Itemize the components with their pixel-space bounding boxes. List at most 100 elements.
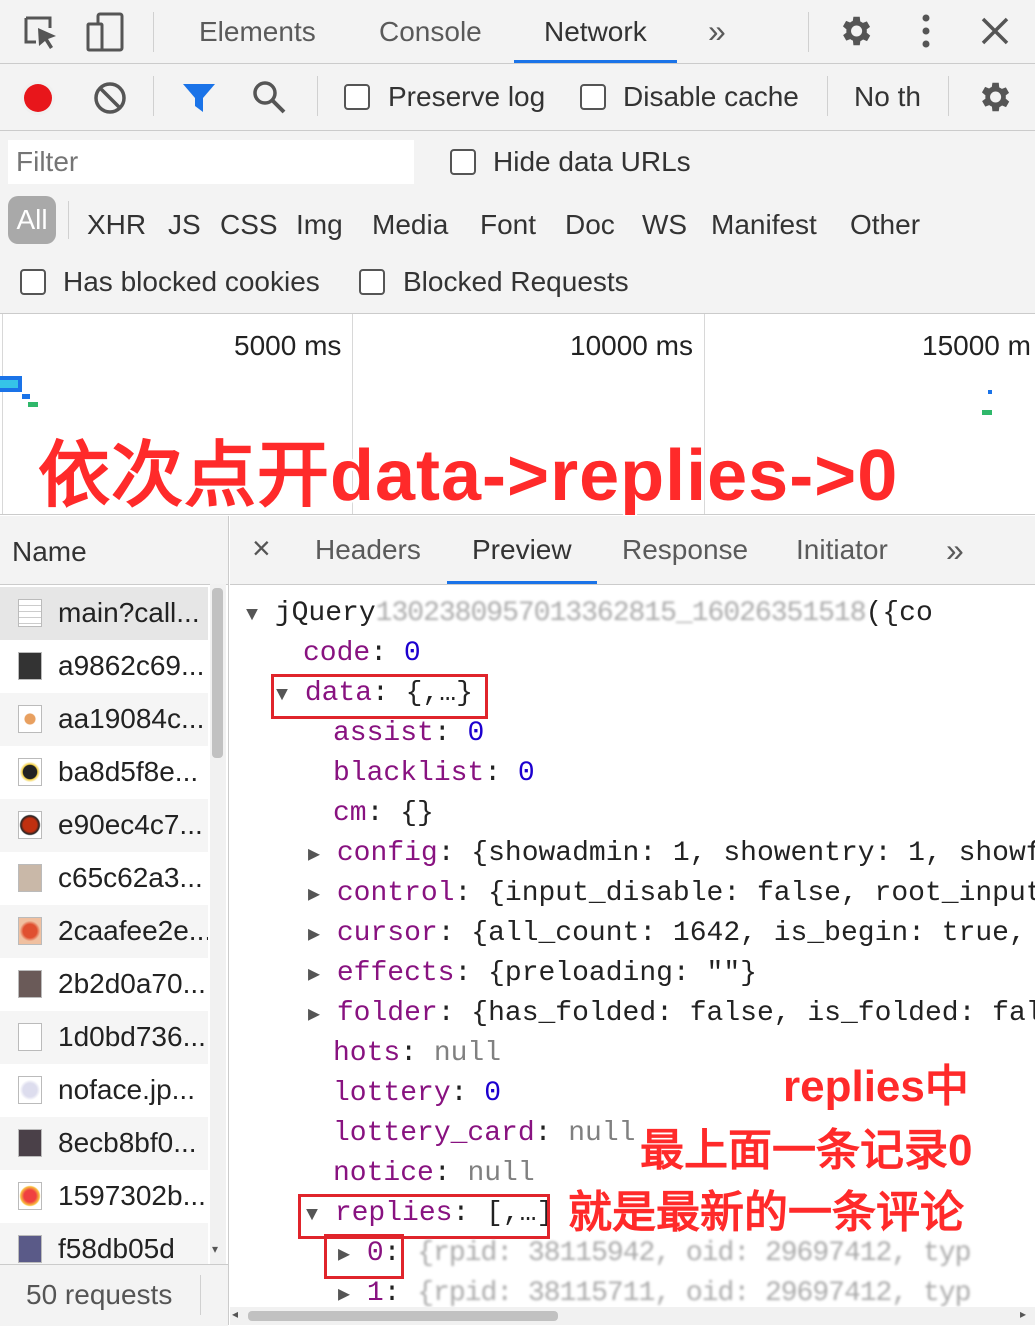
record-icon[interactable] [18, 78, 58, 118]
request-name: noface.jp... [58, 1074, 195, 1105]
more-details-tabs-icon[interactable]: » [946, 516, 964, 584]
request-details-pane: × Headers Preview Response Initiator » ▼… [230, 516, 1035, 1325]
timeline-bar [0, 380, 18, 388]
tab-headers[interactable]: Headers [315, 516, 421, 584]
request-list-scroll-thumb[interactable] [212, 588, 223, 758]
request-row[interactable]: main?call... [0, 587, 208, 640]
timeline-bar [28, 402, 38, 407]
collapsed-triangle-icon: ▶ [308, 924, 321, 947]
json-line-notice: notice: null [333, 1158, 535, 1189]
name-column-header[interactable]: Name [0, 516, 228, 585]
expanded-triangle-icon: ▼ [246, 604, 259, 627]
json-line-assist: assist: 0 [333, 718, 485, 749]
preserve-log-checkbox[interactable] [344, 84, 370, 110]
type-filter-css[interactable]: CSS [220, 209, 278, 241]
json-root-line[interactable]: ▼ jQuery1302380957013362815_16026351518(… [246, 598, 933, 629]
settings-gear-icon[interactable] [836, 12, 874, 50]
image-thumb-icon [18, 811, 42, 839]
divider [827, 76, 828, 116]
more-options-icon[interactable] [918, 12, 934, 52]
request-name: 1d0bd736... [58, 1021, 206, 1052]
disable-cache-checkbox[interactable] [580, 84, 606, 110]
json-line-folder[interactable]: ▶ folder: {has_folded: false, is_folded:… [308, 998, 1035, 1029]
divider [808, 12, 809, 52]
close-details-icon[interactable]: × [252, 530, 271, 567]
type-filter-ws[interactable]: WS [642, 209, 687, 241]
type-filter-manifest[interactable]: Manifest [711, 209, 817, 241]
json-line-reply-1[interactable]: ▶ 1: {rpid: 38115711, oid: 29697412, typ [338, 1278, 971, 1309]
request-row[interactable]: aa19084c... [0, 693, 208, 746]
request-row[interactable]: 1d0bd736... [0, 1011, 208, 1064]
image-thumb-icon [18, 705, 42, 733]
type-filter-other[interactable]: Other [850, 209, 920, 241]
json-line-effects[interactable]: ▶ effects: {preloading: ""} [308, 958, 757, 989]
type-filter-xhr[interactable]: XHR [87, 209, 146, 241]
image-thumb-icon [18, 652, 42, 680]
request-row[interactable]: 1597302b... [0, 1170, 208, 1223]
devtools-top-tabbar: Elements Console Network » [0, 0, 1035, 64]
tab-console[interactable]: Console [379, 0, 482, 63]
request-name: main?call... [58, 597, 200, 628]
request-name: 8ecb8bf0... [58, 1127, 197, 1158]
type-filter-font[interactable]: Font [480, 209, 536, 241]
timeline-label-15000: 15000 m [922, 330, 1031, 361]
timeline-overview[interactable]: 5000 ms 10000 ms 15000 m 依次点开data->repli… [0, 314, 1035, 516]
has-blocked-cookies-checkbox[interactable] [20, 269, 46, 295]
clear-icon[interactable] [92, 80, 128, 116]
json-line-control[interactable]: ▶ control: {input_disable: false, root_i… [308, 878, 1035, 909]
tab-response[interactable]: Response [622, 516, 748, 584]
type-filter-img[interactable]: Img [296, 209, 343, 241]
tab-initiator[interactable]: Initiator [796, 516, 888, 584]
request-row[interactable]: noface.jp... [0, 1064, 208, 1117]
preview-horizontal-scroll-thumb[interactable] [248, 1311, 558, 1321]
tab-network[interactable]: Network [514, 0, 677, 63]
annotation-line-1: replies中 [783, 1062, 969, 1111]
type-filter-all[interactable]: All [8, 196, 56, 244]
request-row[interactable]: c65c62a3... [0, 852, 208, 905]
throttling-select[interactable]: No th [854, 81, 921, 113]
scroll-right-arrow-icon[interactable]: ▸ [1020, 1307, 1026, 1321]
request-row[interactable]: 2caafee2e... [0, 905, 208, 958]
request-row[interactable]: e90ec4c7... [0, 799, 208, 852]
request-row[interactable]: a9862c69... [0, 640, 208, 693]
network-settings-gear-icon[interactable] [975, 78, 1013, 116]
scroll-left-arrow-icon[interactable]: ◂ [232, 1307, 238, 1321]
json-line-cursor[interactable]: ▶ cursor: {all_count: 1642, is_begin: tr… [308, 918, 1026, 949]
blocked-requests-checkbox[interactable] [359, 269, 385, 295]
type-filter-doc[interactable]: Doc [565, 209, 615, 241]
close-devtools-icon[interactable] [978, 14, 1012, 48]
json-line-cm: cm: {} [333, 798, 434, 829]
request-row[interactable]: f58db05d [0, 1223, 208, 1264]
hide-data-urls-label: Hide data URLs [493, 146, 691, 177]
type-filter-js[interactable]: JS [168, 209, 201, 241]
inspect-element-icon[interactable] [22, 14, 58, 50]
network-toolbar: Preserve log Disable cache No th [0, 64, 1035, 131]
type-filter-media[interactable]: Media [372, 209, 448, 241]
filter-funnel-icon[interactable] [180, 80, 218, 116]
tab-preview[interactable]: Preview [447, 516, 597, 584]
blocked-requests-label: Blocked Requests [403, 266, 629, 297]
hide-data-urls-checkbox[interactable] [450, 149, 476, 175]
filter-input[interactable] [8, 140, 414, 184]
json-line-lottery-card: lottery_card: null [333, 1118, 636, 1149]
json-line-config[interactable]: ▶ config: {showadmin: 1, showentry: 1, s… [308, 838, 1035, 869]
scroll-down-arrow-icon[interactable]: ▾ [212, 1242, 218, 1256]
json-line-hots: hots: null [333, 1038, 502, 1069]
request-count: 50 requests [26, 1279, 173, 1310]
request-row[interactable]: ba8d5f8e... [0, 746, 208, 799]
divider [200, 1275, 201, 1315]
request-name: 2caafee2e... [58, 915, 208, 946]
request-row[interactable]: 2b2d0a70... [0, 958, 208, 1011]
search-icon[interactable] [250, 78, 288, 116]
annotation-line-3: 就是最新的一条评论 [568, 1188, 964, 1237]
more-tabs-icon[interactable]: » [708, 0, 726, 63]
request-row[interactable]: 8ecb8bf0... [0, 1117, 208, 1170]
device-toolbar-icon[interactable] [86, 12, 126, 52]
tab-elements[interactable]: Elements [199, 0, 316, 63]
collapsed-triangle-icon: ▶ [308, 1004, 321, 1027]
collapsed-triangle-icon: ▶ [308, 964, 321, 987]
document-icon [18, 599, 42, 627]
json-line-reply-0[interactable]: ▶ 0: {rpid: 38115942, oid: 29697412, typ [338, 1238, 971, 1269]
request-list-pane: Name main?call... a9862c69... aa19084c..… [0, 516, 229, 1326]
collapsed-triangle-icon: ▶ [338, 1284, 351, 1307]
